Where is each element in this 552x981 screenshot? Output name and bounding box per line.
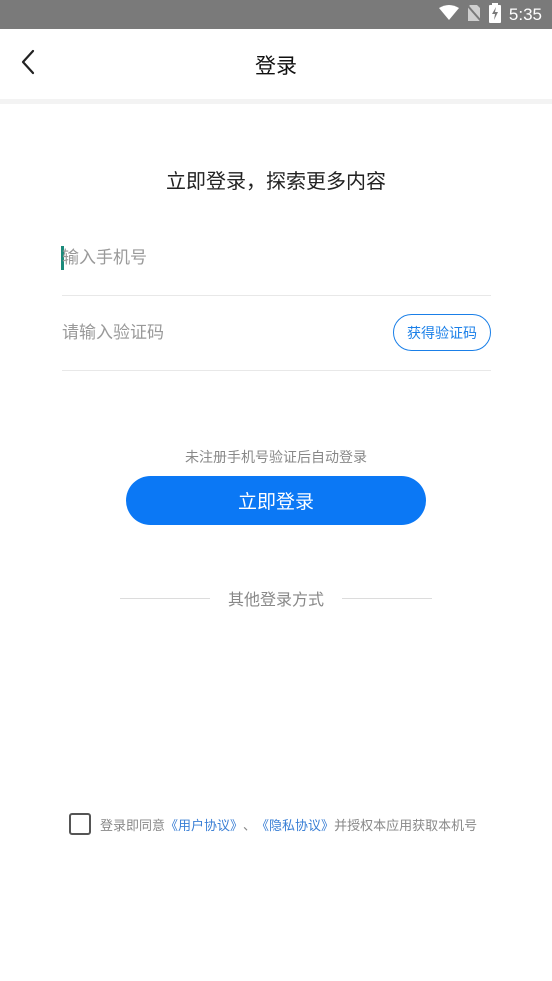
auto-register-hint: 未注册手机号验证后自动登录 [185,450,367,466]
nav-bar: 登录 [0,29,552,99]
nav-divider [0,99,552,104]
code-field: 获得验证码 [62,296,491,371]
status-bar: 5:35 [0,0,552,29]
agreement-checkbox[interactable] [69,813,91,835]
verification-code-input[interactable] [62,296,382,370]
login-button[interactable]: 立即登录 [126,476,426,525]
agreement-suffix: 并授权本应用获取本机号 [334,818,478,834]
privacy-agreement-link[interactable]: 《隐私协议》 [256,815,334,834]
other-login-divider: 其他登录方式 [120,586,433,610]
headline: 立即登录，探索更多内容 [166,169,386,193]
user-agreement-link[interactable]: 《用户协议》 [165,815,243,834]
divider-line-right [342,597,433,599]
other-login-label: 其他登录方式 [228,590,325,609]
divider-line-left [120,597,210,599]
get-code-button[interactable]: 获得验证码 [393,314,491,351]
page-title: 登录 [255,54,297,78]
agreement-separator: 、 [243,818,257,834]
status-icons: 5:35 [438,0,542,29]
phone-input[interactable] [62,221,382,295]
phone-field [61,221,491,296]
no-sim-icon [466,3,482,26]
battery-charging-icon [488,2,501,27]
agreement-row: 登录即同意 《用户协议》 、 《隐私协议》 并授权本应用获取本机号 [69,812,477,836]
agreement-prefix: 登录即同意 [100,818,166,834]
status-time: 5:35 [508,4,542,24]
wifi-icon [438,4,459,25]
